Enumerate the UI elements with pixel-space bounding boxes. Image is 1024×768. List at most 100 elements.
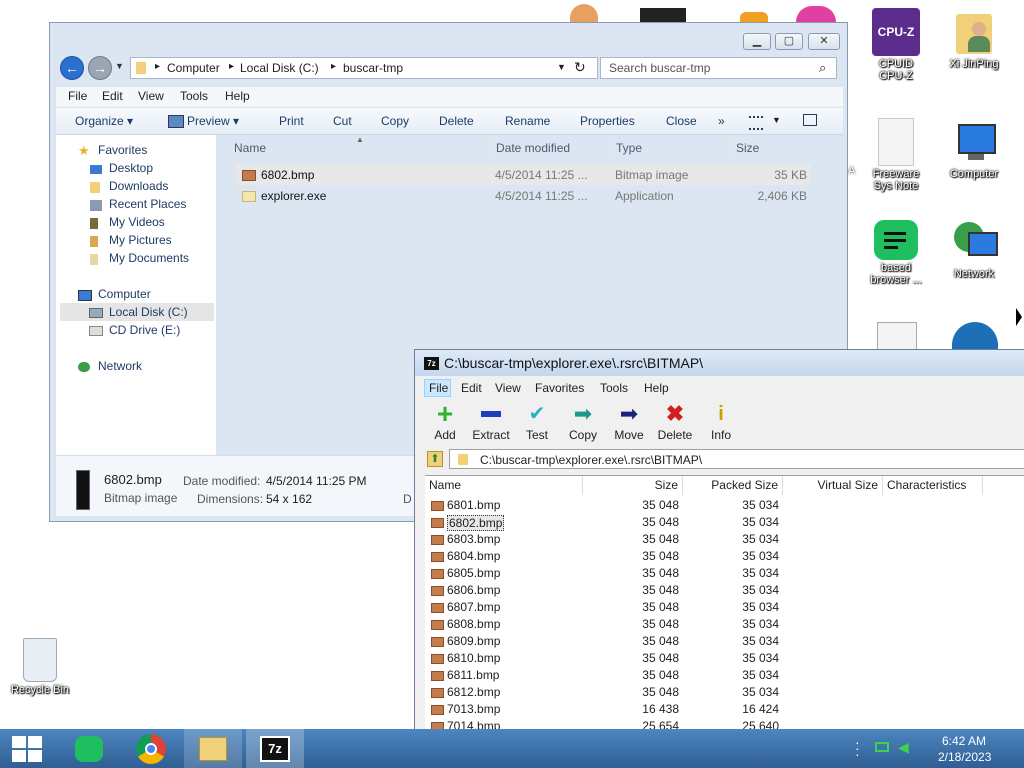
sz-extract-button[interactable]: Extract bbox=[467, 402, 515, 442]
refresh-icon[interactable]: ↻ bbox=[574, 59, 586, 76]
nav-my-documents[interactable]: My Documents bbox=[109, 251, 189, 265]
sz-table-row[interactable]: 6809.bmp 35 048 35 034 bbox=[425, 633, 1024, 650]
sz-table-row[interactable]: 6807.bmp 35 048 35 034 bbox=[425, 599, 1024, 616]
sz-table-row[interactable]: 6811.bmp 35 048 35 034 bbox=[425, 667, 1024, 684]
clock-time[interactable]: 6:42 AM bbox=[942, 734, 986, 748]
sz-table-row[interactable]: 6804.bmp 35 048 35 034 bbox=[425, 548, 1024, 565]
overflow-dots-icon[interactable]: · · · bbox=[855, 735, 860, 761]
sevenzip-window[interactable]: 7z C:\buscar-tmp\explorer.exe\.rsrc\BITM… bbox=[414, 349, 1024, 739]
sz-path-bar[interactable]: C:\buscar-tmp\explorer.exe\.rsrc\BITMAP\ bbox=[449, 449, 1024, 469]
desktop-icon-xijinping[interactable]: Xi JinPing bbox=[934, 8, 1014, 70]
more-commands-button[interactable]: » bbox=[718, 114, 725, 128]
sz-menu-file[interactable]: File bbox=[429, 381, 448, 395]
partial-app-icon-2[interactable] bbox=[740, 12, 768, 22]
print-button[interactable]: Print bbox=[279, 114, 304, 128]
sz-table-row[interactable]: 7013.bmp 16 438 16 424 bbox=[425, 701, 1024, 718]
partial-edge-icon[interactable] bbox=[952, 322, 998, 350]
menu-help[interactable]: Help bbox=[225, 89, 250, 103]
search-input[interactable]: Search buscar-tmp bbox=[609, 61, 710, 75]
volume-tray-icon[interactable]: ◀ bbox=[898, 739, 909, 756]
delete-button[interactable]: Delete bbox=[439, 114, 474, 128]
nav-local-disk[interactable]: Local Disk (C:) bbox=[109, 305, 188, 319]
organize-button[interactable]: Organize ▾ bbox=[75, 114, 133, 128]
menu-view[interactable]: View bbox=[138, 89, 164, 103]
partial-doc-icon[interactable] bbox=[877, 322, 917, 350]
nav-favorites[interactable]: Favorites bbox=[98, 143, 147, 157]
sz-menu-view[interactable]: View bbox=[495, 381, 521, 395]
sz-table-row[interactable]: 6802.bmp 35 048 35 034 bbox=[425, 514, 1024, 531]
rename-button[interactable]: Rename bbox=[505, 114, 550, 128]
desktop-icon-cpuz[interactable]: CPU-Z CPUID CPU-Z bbox=[856, 8, 936, 82]
partial-user-icon[interactable] bbox=[570, 4, 598, 22]
file-row-6802[interactable]: 6802.bmp 4/5/2014 11:25 ... Bitmap image… bbox=[236, 165, 811, 185]
sz-delete-button[interactable]: ✖ Delete bbox=[651, 402, 699, 443]
back-button[interactable]: ← bbox=[60, 56, 84, 80]
sz-table-row[interactable]: 6812.bmp 35 048 35 034 bbox=[425, 684, 1024, 701]
sz-info-button[interactable]: i Info bbox=[697, 402, 745, 442]
desktop-icon-recycle-bin[interactable]: Recycle Bin bbox=[0, 638, 80, 696]
menu-tools[interactable]: Tools bbox=[180, 89, 208, 103]
search-box[interactable]: Search buscar-tmp ⌕ bbox=[600, 57, 837, 79]
address-dropdown-icon[interactable]: ▼ bbox=[557, 62, 566, 72]
desktop-icon-browser[interactable]: based browser ... bbox=[856, 220, 936, 286]
sz-menu-edit[interactable]: Edit bbox=[461, 381, 482, 395]
nav-downloads[interactable]: Downloads bbox=[109, 179, 168, 193]
partial-firefox-icon[interactable] bbox=[796, 6, 836, 22]
sz-col-characteristics[interactable]: Characteristics bbox=[883, 476, 983, 495]
breadcrumb-computer[interactable]: Computer bbox=[167, 61, 220, 75]
column-header-name[interactable]: Name bbox=[234, 141, 266, 155]
start-button[interactable] bbox=[0, 729, 54, 768]
nav-my-pictures[interactable]: My Pictures bbox=[109, 233, 172, 247]
sz-table-row[interactable]: 6810.bmp 35 048 35 034 bbox=[425, 650, 1024, 667]
nav-cd-drive[interactable]: CD Drive (E:) bbox=[109, 323, 180, 337]
view-options-icon[interactable] bbox=[749, 116, 763, 130]
column-header-size[interactable]: Size bbox=[736, 141, 759, 155]
sz-menu-help[interactable]: Help bbox=[644, 381, 669, 395]
sz-col-name[interactable]: Name bbox=[425, 476, 583, 495]
sz-copy-button[interactable]: ➡ Copy bbox=[559, 402, 607, 443]
taskbar-file-explorer-app[interactable] bbox=[184, 729, 242, 768]
sz-table-row[interactable]: 6803.bmp 35 048 35 034 bbox=[425, 531, 1024, 548]
clock-date[interactable]: 2/18/2023 bbox=[938, 750, 991, 764]
sz-test-button[interactable]: ✔ Test bbox=[513, 402, 561, 442]
preview-pane-icon[interactable] bbox=[803, 114, 817, 126]
sz-table-row[interactable]: 6801.bmp 35 048 35 034 bbox=[425, 497, 1024, 514]
sz-menu-favorites[interactable]: Favorites bbox=[535, 381, 584, 395]
desktop-icon-computer[interactable]: Computer bbox=[934, 118, 1014, 180]
taskbar-chrome-app[interactable] bbox=[122, 729, 180, 768]
recent-pages-dropdown-icon[interactable]: ▼ bbox=[115, 61, 124, 71]
desktop-icon-freeware[interactable]: Freeware Sys Note bbox=[856, 118, 936, 192]
menu-edit[interactable]: Edit bbox=[102, 89, 123, 103]
sz-up-folder-button[interactable]: ⬆ bbox=[427, 451, 443, 467]
menu-file[interactable]: File bbox=[68, 89, 87, 103]
sz-menu-tools[interactable]: Tools bbox=[600, 381, 628, 395]
sz-move-button[interactable]: ➡ Move bbox=[605, 402, 653, 443]
column-header-date[interactable]: Date modified bbox=[496, 141, 570, 155]
partial-app-icon[interactable] bbox=[640, 8, 686, 22]
desktop-icon-network[interactable]: Network bbox=[934, 218, 1014, 280]
nav-network[interactable]: Network bbox=[98, 359, 142, 373]
sz-col-packed[interactable]: Packed Size bbox=[683, 476, 783, 495]
sz-add-button[interactable]: + Add bbox=[421, 400, 469, 443]
view-dropdown-icon[interactable]: ▼ bbox=[772, 115, 781, 125]
taskbar-notes-app[interactable] bbox=[60, 729, 118, 768]
sz-col-size[interactable]: Size bbox=[583, 476, 683, 495]
taskbar-7zip-app[interactable]: 7z bbox=[246, 729, 304, 768]
nav-my-videos[interactable]: My Videos bbox=[109, 215, 165, 229]
close-button[interactable]: Close bbox=[666, 114, 697, 128]
file-row-explorer[interactable]: explorer.exe 4/5/2014 11:25 ... Applicat… bbox=[236, 186, 811, 206]
sz-table-row[interactable]: 6805.bmp 35 048 35 034 bbox=[425, 565, 1024, 582]
preview-button[interactable]: Preview ▾ bbox=[187, 114, 239, 128]
sevenzip-titlebar[interactable]: 7z C:\buscar-tmp\explorer.exe\.rsrc\BITM… bbox=[415, 350, 1024, 376]
nav-desktop[interactable]: Desktop bbox=[109, 161, 153, 175]
column-header-type[interactable]: Type bbox=[616, 141, 642, 155]
nav-computer[interactable]: Computer bbox=[98, 287, 151, 301]
properties-button[interactable]: Properties bbox=[580, 114, 635, 128]
nav-recent-places[interactable]: Recent Places bbox=[109, 197, 186, 211]
forward-button[interactable]: → bbox=[88, 56, 112, 80]
sz-col-virtual[interactable]: Virtual Size bbox=[783, 476, 883, 495]
maximize-button[interactable]: ▢ bbox=[775, 33, 803, 50]
cut-button[interactable]: Cut bbox=[333, 114, 352, 128]
sz-table-row[interactable]: 6806.bmp 35 048 35 034 bbox=[425, 582, 1024, 599]
address-bar[interactable]: ▸ Computer ▸ Local Disk (C:) ▸ buscar-tm… bbox=[130, 57, 598, 79]
